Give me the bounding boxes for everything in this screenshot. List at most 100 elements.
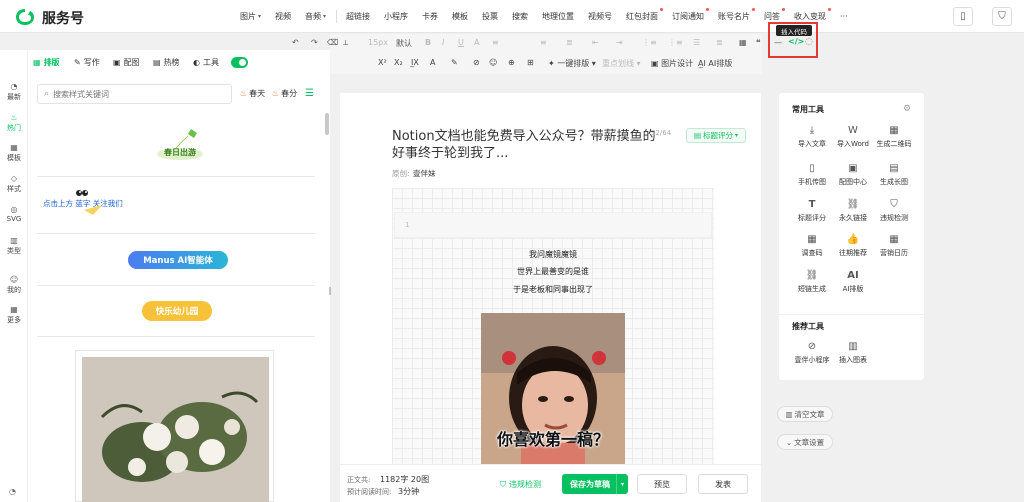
chip-spring[interactable]: ♨ 春天	[240, 88, 265, 99]
list-ordered-icon[interactable]: ⋮≡	[642, 38, 657, 47]
format-painter-icon[interactable]: ⟂	[343, 38, 348, 48]
author-name[interactable]: 壹伴妹	[413, 168, 436, 179]
template-follow-us[interactable]: 点击上方 蓝字 关注我们	[43, 198, 123, 209]
rail-type[interactable]: ▥ 类型	[0, 236, 28, 256]
tab-hot[interactable]: ▤ 热榜	[153, 56, 180, 68]
bag-icon[interactable]: ⊞	[527, 58, 534, 67]
subscript-icon[interactable]: X₂	[394, 58, 403, 67]
save-draft-button[interactable]: 保存为草稿 ▾	[562, 474, 628, 494]
shield-icon[interactable]: ⛉	[992, 7, 1012, 26]
menu-template[interactable]: 模板	[445, 11, 475, 22]
align-left-icon[interactable]: ≡	[540, 38, 547, 47]
template-kindergarten[interactable]: 快乐幼儿园	[142, 301, 212, 321]
menu-mini-program[interactable]: 小程序	[377, 11, 415, 22]
align-center-icon[interactable]: ≣	[566, 38, 573, 47]
tool-import-article[interactable]: ⤓ 导入文章	[792, 125, 832, 149]
rail-svg[interactable]: ◎ SVG	[0, 205, 28, 223]
publish-button[interactable]: 发表	[698, 474, 748, 494]
clear-article-button[interactable]: ▥ 清空文章	[777, 406, 833, 422]
menu-more[interactable]: ···	[833, 12, 855, 21]
chip-equinox[interactable]: ♨ 春分	[272, 88, 297, 99]
menu-qa[interactable]: 问答	[757, 7, 787, 22]
menu-hyperlink[interactable]: 超链接	[339, 11, 377, 22]
text-color-icon[interactable]: A	[430, 58, 435, 67]
menu-vote[interactable]: 投票	[475, 11, 505, 22]
strike-icon[interactable]: ≡	[492, 38, 499, 47]
tool-qrcode[interactable]: ▦ 生成二维码	[874, 125, 914, 149]
tool-survey-code[interactable]: ▦ 调查码	[792, 234, 832, 258]
panel-toggle[interactable]	[231, 57, 248, 68]
violation-check-button[interactable]: ⛉ 违规检测	[500, 479, 541, 490]
menu-red-packet-cover[interactable]: 红包封面	[619, 7, 665, 22]
menu-audio[interactable]: 音频 ▾	[298, 11, 333, 22]
underline-key-button[interactable]: 重点划线 ▾	[602, 58, 641, 69]
tool-violation-check[interactable]: ⛉ 违规检测	[874, 199, 914, 223]
ai-layout-button[interactable]: A̲I AI排版	[698, 58, 732, 69]
gear-icon[interactable]: ⚙	[903, 104, 911, 114]
tool-permalink[interactable]: ⛓ 永久链接	[833, 199, 873, 223]
tool-marketing-calendar[interactable]: ▦ 营销日历	[874, 234, 914, 258]
preview-button[interactable]: 预览	[637, 474, 687, 494]
tool-image-center[interactable]: ▣ 配图中心	[833, 163, 873, 187]
menu-image[interactable]: 图片 ▾	[233, 11, 268, 22]
font-size-select[interactable]: 15px	[368, 38, 388, 47]
font-family-select[interactable]: 默认	[396, 38, 412, 49]
indent-right-icon[interactable]: ⇥	[616, 38, 623, 47]
line-height-icon[interactable]: ☰	[693, 38, 700, 47]
resize-handle[interactable]: ‖	[328, 286, 332, 296]
bold-icon[interactable]: B	[425, 38, 431, 47]
font-color-icon[interactable]: A	[474, 38, 479, 47]
tab-write[interactable]: ✎ 写作	[74, 56, 100, 68]
search-input[interactable]	[53, 89, 214, 99]
article-title[interactable]: Notion文档也能免费导入公众号？带薪摸鱼的好事终于轮到我了...	[392, 128, 656, 162]
underline-icon[interactable]: U	[458, 38, 464, 47]
rail-template[interactable]: ▦ 模板	[0, 143, 28, 163]
italic-icon[interactable]: I	[442, 38, 444, 47]
emoji-icon[interactable]: ☺	[489, 58, 497, 67]
rail-hot[interactable]: ♨ 热门	[0, 113, 28, 133]
tool-import-word[interactable]: W 导入Word	[833, 125, 873, 149]
chevron-down-icon[interactable]: ▾	[616, 474, 628, 494]
menu-search[interactable]: 搜索	[505, 11, 535, 22]
menu-coupon[interactable]: 卡券	[415, 11, 445, 22]
menu-subscription-notice[interactable]: 订阅通知	[665, 7, 711, 22]
rail-mine[interactable]: ☺ 我的	[0, 275, 28, 295]
undo-icon[interactable]: ↶	[292, 38, 299, 47]
tool-ai-layout[interactable]: AI AI排版	[833, 270, 873, 294]
code-block[interactable]	[394, 212, 712, 238]
highlight-icon[interactable]: ✎	[451, 58, 458, 67]
rail-style[interactable]: ◇ 样式	[0, 174, 28, 194]
menu-monetize[interactable]: 收入变现	[787, 7, 833, 22]
tool-title-score[interactable]: T 标题评分	[792, 199, 832, 223]
tool-past-recommend[interactable]: 👍 往期推荐	[833, 234, 873, 258]
tab-tools[interactable]: ◐ 工具	[193, 56, 219, 68]
menu-account-card[interactable]: 账号名片	[711, 7, 757, 22]
menu-location[interactable]: 地理位置	[535, 11, 581, 22]
clear-format-icon[interactable]: I̲X	[411, 58, 419, 67]
tool-long-image[interactable]: ▤ 生成长图	[874, 163, 914, 187]
list-view-icon[interactable]: ☰	[305, 88, 314, 99]
tool-phone-upload[interactable]: ▯ 手机传图	[792, 163, 832, 187]
table-icon[interactable]: ▦	[739, 38, 747, 47]
tool-yiban-mini-program[interactable]: ⊘ 壹伴小程序	[792, 341, 832, 365]
insert-link-icon[interactable]: ⊕	[508, 58, 515, 67]
tab-layout[interactable]: ▦ 排版	[33, 56, 60, 68]
help-icon[interactable]: ◔	[9, 487, 16, 496]
eraser-icon[interactable]: ⌫	[327, 38, 338, 47]
mobile-preview-icon[interactable]: ▯	[953, 7, 973, 26]
menu-channels[interactable]: 视频号	[581, 11, 619, 22]
redo-icon[interactable]: ↷	[311, 38, 318, 47]
superscript-icon[interactable]: X²	[378, 58, 387, 67]
border-icon[interactable]: ⊘	[473, 58, 480, 67]
template-manus-ai[interactable]: Manus AI智能体	[128, 251, 228, 269]
paragraph-icon[interactable]: ≣	[716, 38, 723, 47]
scrollbar[interactable]	[325, 113, 329, 135]
rail-more[interactable]: ▦ 更多	[0, 305, 28, 325]
tool-short-link[interactable]: ⛓ 短链生成	[792, 270, 832, 294]
one-click-layout-button[interactable]: ✦ 一键排版 ▾	[548, 58, 596, 69]
list-bullet-icon[interactable]: ⋮≡	[668, 38, 683, 47]
tool-insert-chart[interactable]: ▥ 插入图表	[833, 341, 873, 365]
menu-video[interactable]: 视频	[268, 11, 298, 22]
title-score-button[interactable]: ▤ 标题评分 ▾	[686, 128, 746, 143]
rail-latest[interactable]: ◔ 最新	[0, 82, 28, 102]
